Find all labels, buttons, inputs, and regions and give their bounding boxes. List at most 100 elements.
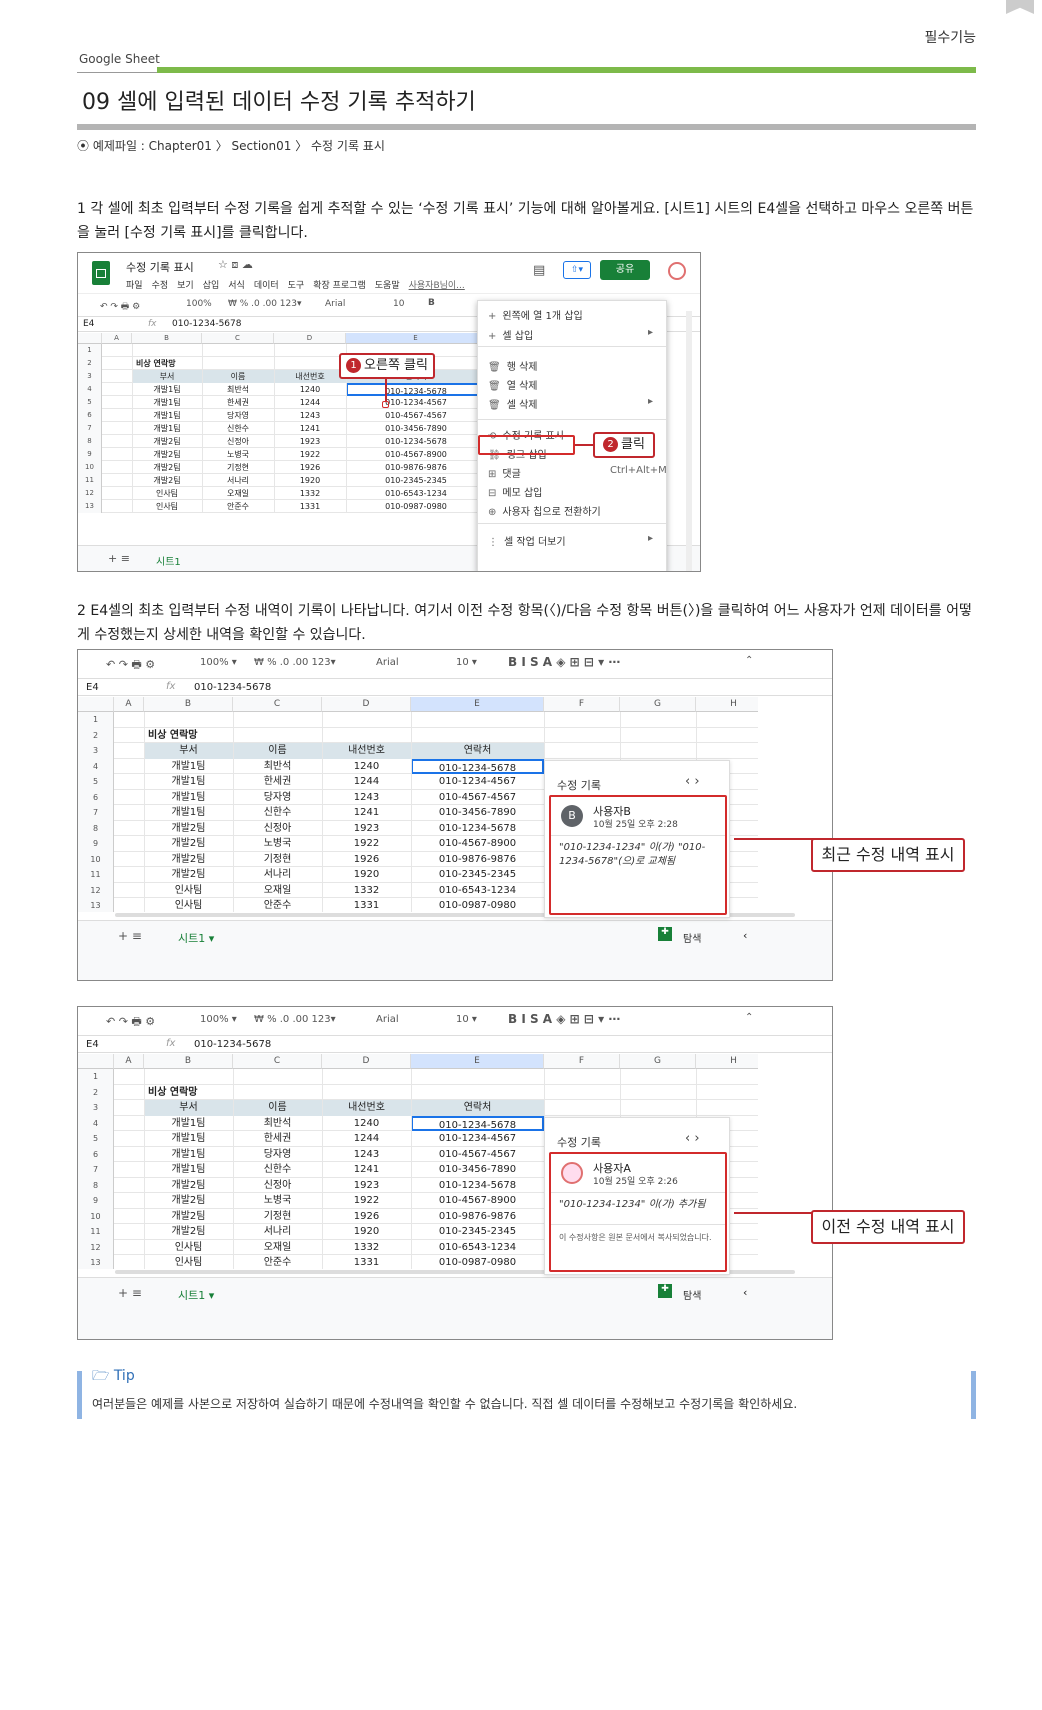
table-cell[interactable]: 010-1234-4567 [346, 396, 486, 409]
table-cell[interactable]: 1241 [322, 1162, 411, 1178]
row-number[interactable]: 7 [78, 805, 114, 821]
table-cell[interactable]: 1926 [274, 461, 346, 474]
zoom-select[interactable]: 100% ▾ [200, 1014, 237, 1025]
font-select[interactable]: Arial [325, 299, 345, 309]
select-all[interactable] [78, 697, 114, 712]
row-number[interactable]: 12 [78, 1239, 114, 1255]
column-header[interactable]: E [411, 1054, 544, 1069]
add-sheet-icon[interactable]: + ≡ [118, 929, 142, 943]
table-cell[interactable]: 서나리 [233, 867, 322, 883]
table-cell[interactable]: 노병국 [233, 1193, 322, 1209]
table-cell[interactable]: 1923 [322, 1178, 411, 1194]
menu-item[interactable]: 서식 [228, 281, 245, 291]
side-panel-toggle-icon[interactable]: ‹ [743, 1286, 747, 1299]
row-number[interactable]: 8 [78, 1177, 114, 1193]
add-sheet-icon[interactable]: + ≡ [108, 552, 130, 565]
table-cell[interactable]: 한세권 [202, 396, 274, 409]
row-number[interactable]: 2 [78, 1084, 114, 1100]
column-header[interactable]: B [144, 1054, 233, 1069]
table-cell[interactable]: 1922 [322, 836, 411, 852]
table-cell[interactable]: 1920 [322, 867, 411, 883]
table-cell[interactable]: 최반석 [202, 383, 274, 396]
sheet-tab[interactable]: 시트1 ▾ [178, 930, 214, 946]
format-icons[interactable]: ₩ % .0 .00 123▾ [254, 1014, 336, 1025]
table-cell[interactable]: 오재일 [202, 487, 274, 500]
table-cell[interactable]: 1332 [322, 883, 411, 899]
table-header[interactable]: 부서 [144, 743, 233, 759]
table-cell[interactable]: 개발1팀 [144, 1147, 233, 1163]
table-cell[interactable]: 개발1팀 [144, 774, 233, 790]
table-cell[interactable]: 인사팀 [144, 1255, 233, 1269]
undo-redo-icon[interactable]: ↶ ↷ 🖶 ⚙ [100, 299, 140, 315]
table-cell[interactable]: 1923 [274, 435, 346, 448]
table-cell[interactable]: 010-4567-4567 [346, 409, 486, 422]
table-cell[interactable]: 010-9876-9876 [346, 461, 486, 474]
table-cell[interactable]: 1922 [322, 1193, 411, 1209]
explore-icon[interactable]: ✚ [658, 927, 672, 941]
table-header[interactable]: 이름 [202, 370, 274, 383]
table-cell[interactable]: 신정아 [202, 435, 274, 448]
row-number[interactable]: 5 [78, 396, 102, 409]
table-cell[interactable]: 기정현 [233, 852, 322, 868]
table-cell[interactable]: 010-2345-2345 [411, 1224, 544, 1240]
row-number[interactable]: 13 [78, 898, 114, 912]
table-cell[interactable]: 인사팀 [132, 487, 202, 500]
table-cell[interactable]: 개발2팀 [144, 1209, 233, 1225]
collapse-icon[interactable]: ⌃ [745, 655, 753, 666]
table-cell[interactable]: 개발1팀 [144, 1116, 233, 1132]
menu-item[interactable]: 확장 프로그램 [313, 281, 366, 291]
table-cell[interactable]: 인사팀 [144, 1240, 233, 1256]
table-cell[interactable]: 010-0987-0980 [411, 1255, 544, 1269]
row-number[interactable]: 5 [78, 1131, 114, 1147]
explore-label[interactable]: 탐색 [683, 930, 701, 945]
table-cell[interactable]: 개발1팀 [132, 409, 202, 422]
table-cell[interactable]: 010-2345-2345 [346, 474, 486, 487]
sheet-title[interactable]: 비상 연락망 [148, 728, 197, 744]
select-all[interactable] [78, 1054, 114, 1069]
table-cell[interactable]: 서나리 [202, 474, 274, 487]
table-cell[interactable]: 개발1팀 [132, 396, 202, 409]
row-number[interactable]: 10 [78, 461, 102, 474]
table-cell[interactable]: 개발2팀 [132, 461, 202, 474]
table-cell[interactable]: 신한수 [202, 422, 274, 435]
row-number[interactable]: 4 [78, 383, 102, 396]
table-cell[interactable]: 010-3456-7890 [346, 422, 486, 435]
table-cell[interactable]: 1920 [322, 1224, 411, 1240]
menu-item[interactable]: 도움말 [375, 281, 400, 291]
table-cell[interactable]: 신정아 [233, 821, 322, 837]
table-cell[interactable]: 010-1234-5678 [411, 1115, 544, 1131]
cell-ref[interactable]: E4 [83, 319, 94, 329]
row-number[interactable]: 6 [78, 409, 102, 422]
context-menu-item[interactable]: + 왼쪽에 열 1개 삽입 [488, 307, 583, 322]
avatar[interactable] [668, 262, 686, 280]
table-cell[interactable]: 010-1234-4567 [411, 1131, 544, 1147]
menu-item[interactable]: 도구 [288, 281, 305, 291]
table-cell[interactable]: 당자영 [202, 409, 274, 422]
row-number[interactable]: 1 [78, 344, 102, 357]
menu-item[interactable]: 보기 [177, 281, 194, 291]
table-cell[interactable]: 개발2팀 [132, 474, 202, 487]
sheet-tab[interactable]: 시트1 [156, 553, 181, 568]
table-cell[interactable]: 최반석 [233, 759, 322, 775]
table-cell[interactable]: 기정현 [233, 1209, 322, 1225]
share-button[interactable]: 공유 [600, 260, 650, 280]
table-cell[interactable]: 노병국 [202, 448, 274, 461]
table-cell[interactable]: 신한수 [233, 1162, 322, 1178]
table-cell[interactable]: 개발1팀 [144, 1131, 233, 1147]
table-cell[interactable]: 안준수 [233, 898, 322, 912]
table-cell[interactable]: 010-1234-5678 [346, 383, 486, 396]
row-number[interactable]: 8 [78, 820, 114, 836]
row-number[interactable]: 3 [78, 370, 102, 383]
row-number[interactable]: 13 [78, 1255, 114, 1269]
formula-value[interactable]: 010-1234-5678 [194, 1039, 271, 1050]
table-cell[interactable]: 신한수 [233, 805, 322, 821]
column-header[interactable]: G [620, 697, 696, 712]
table-cell[interactable]: 인사팀 [132, 500, 202, 513]
row-number[interactable]: 9 [78, 448, 102, 461]
table-cell[interactable]: 개발1팀 [144, 805, 233, 821]
row-number[interactable]: 2 [78, 727, 114, 743]
table-cell[interactable]: 1331 [274, 500, 346, 513]
table-cell[interactable]: 서나리 [233, 1224, 322, 1240]
row-number[interactable]: 4 [78, 1115, 114, 1131]
column-header[interactable]: D [322, 1054, 411, 1069]
